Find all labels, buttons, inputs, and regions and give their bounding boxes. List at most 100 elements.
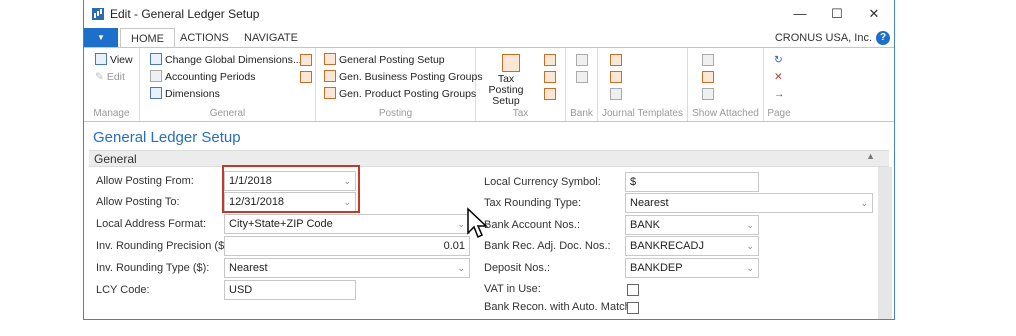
view-icon: [95, 53, 107, 65]
chevron-down-icon[interactable]: ⌄: [457, 259, 465, 277]
group-general: Change Global Dimensions... Accounting P…: [140, 48, 316, 121]
view-button[interactable]: View: [95, 52, 133, 68]
link-icon[interactable]: [702, 54, 714, 66]
group-label: Manage: [93, 108, 130, 119]
tab-actions[interactable]: ACTIONS: [170, 28, 239, 48]
group-label: Bank: [570, 108, 593, 119]
tax-rounding-type-field[interactable]: Nearest ⌄: [625, 193, 873, 213]
group-posting: General Posting Setup Gen. Business Post…: [316, 48, 483, 121]
group-manage: View ✎ Edit Manage: [84, 48, 140, 121]
inv-rounding-precision-label: Inv. Rounding Precision ($):: [96, 240, 231, 252]
bank-rec-adj-doc-nos-field[interactable]: BANKRECADJ ⌄: [625, 236, 759, 256]
group-label: Tax: [512, 108, 529, 119]
bank-account-nos-field[interactable]: BANK ⌄: [625, 215, 759, 235]
tax-icon[interactable]: [544, 88, 556, 100]
close-button[interactable]: ✕: [858, 4, 890, 24]
accounting-periods-button[interactable]: Accounting Periods: [150, 69, 255, 85]
window-title: Edit - General Ledger Setup: [110, 7, 260, 21]
bank-recon-auto-match-checkbox[interactable]: [627, 302, 639, 314]
chevron-down-icon[interactable]: ⌄: [457, 215, 465, 233]
clear-filter-icon[interactable]: ✕: [774, 69, 783, 85]
group-journal-templates: Journal Templates: [598, 48, 688, 121]
fasttab-general[interactable]: General ▲: [89, 150, 889, 167]
page-title: General Ledger Setup: [93, 129, 241, 146]
general-posting-setup-button[interactable]: General Posting Setup: [324, 52, 445, 68]
local-address-format-label: Local Address Format:: [96, 218, 207, 230]
group-label: Show Attached: [692, 108, 759, 119]
chevron-down-icon[interactable]: ⌄: [746, 216, 754, 234]
app-icon: [92, 8, 104, 20]
edit-button[interactable]: ✎ Edit: [95, 69, 125, 85]
title-bar: Edit - General Ledger Setup — ☐ ✕: [84, 0, 894, 28]
chevron-down-icon[interactable]: ⌄: [860, 194, 868, 212]
gen-business-posting-groups-button[interactable]: Gen. Business Posting Groups: [324, 69, 483, 85]
bank-icon[interactable]: [576, 71, 588, 83]
next-icon[interactable]: →: [774, 86, 785, 102]
pencil-icon: ✎: [95, 71, 104, 83]
tab-navigate[interactable]: NAVIGATE: [234, 28, 308, 48]
group-page: ↻ ✕ → Page: [764, 48, 794, 121]
tab-home[interactable]: HOME: [120, 28, 175, 48]
chevron-down-icon[interactable]: ⌄: [746, 237, 754, 255]
deposit-nos-field[interactable]: BANKDEP ⌄: [625, 258, 759, 278]
maximize-button[interactable]: ☐: [821, 4, 853, 24]
collapse-icon[interactable]: ▲: [866, 151, 875, 161]
group-label: Journal Templates: [602, 108, 683, 119]
calendar-icon: [150, 70, 162, 82]
minimize-button[interactable]: —: [784, 4, 816, 24]
bank-rec-adj-doc-nos-label: Bank Rec. Adj. Doc. Nos.:: [484, 240, 611, 252]
change-global-dimensions-button[interactable]: Change Global Dimensions...: [150, 52, 302, 68]
highlight-box: [222, 165, 360, 213]
local-address-format-field[interactable]: City+State+ZIP Code ⌄: [224, 214, 470, 234]
setup-icon[interactable]: [300, 71, 312, 83]
chevron-down-icon[interactable]: ⌄: [746, 259, 754, 277]
company-name: CRONUS USA, Inc.: [774, 32, 872, 44]
edit-window: Edit - General Ledger Setup — ☐ ✕ ▼ HOME…: [83, 0, 895, 320]
dimensions-button[interactable]: Dimensions: [150, 86, 220, 102]
allow-posting-from-label: Allow Posting From:: [96, 175, 194, 187]
inv-rounding-type-label: Inv. Rounding Type ($):: [96, 262, 210, 274]
journal-icon[interactable]: [610, 71, 622, 83]
inv-rounding-type-field[interactable]: Nearest ⌄: [224, 258, 470, 278]
gen-product-posting-groups-button[interactable]: Gen. Product Posting Groups: [324, 86, 476, 102]
bank-recon-auto-match-label: Bank Recon. with Auto. Match:: [484, 301, 634, 313]
app-menu-button[interactable]: ▼: [84, 28, 118, 48]
scrollbar[interactable]: [878, 167, 892, 319]
dimensions-icon: [150, 87, 162, 99]
refresh-icon[interactable]: ↻: [774, 52, 783, 68]
bank-icon[interactable]: [576, 54, 588, 66]
dimensions-change-icon: [150, 53, 162, 65]
posting-setup-icon: [324, 53, 336, 65]
ribbon: View ✎ Edit Manage Change Global Dimensio…: [84, 47, 894, 122]
tax-posting-setup-button[interactable]: Tax Posting Setup: [484, 74, 528, 107]
group-label: General: [209, 108, 246, 119]
vat-in-use-label: VAT in Use:: [484, 283, 541, 295]
ribbon-tabs: ▼ HOME ACTIONS NAVIGATE CRONUS USA, Inc.…: [84, 28, 894, 48]
inv-rounding-precision-field[interactable]: 0.01: [224, 236, 470, 256]
local-currency-symbol-label: Local Currency Symbol:: [484, 176, 601, 188]
bank-account-nos-label: Bank Account Nos.:: [484, 219, 580, 231]
fasttab-label: General: [94, 152, 137, 166]
notes-icon[interactable]: [702, 71, 714, 83]
mouse-cursor-icon: [467, 207, 488, 239]
tax-icon[interactable]: [544, 54, 556, 66]
lcy-code-label: LCY Code:: [96, 284, 150, 296]
tax-icon[interactable]: [544, 71, 556, 83]
local-currency-symbol-field[interactable]: $: [625, 172, 759, 192]
deposit-nos-label: Deposit Nos.:: [484, 262, 551, 274]
group-tax: Tax Posting Setup Tax: [476, 48, 566, 121]
tax-posting-setup-icon[interactable]: [502, 54, 520, 72]
lcy-code-field[interactable]: USD: [224, 280, 356, 300]
allow-posting-to-label: Allow Posting To:: [96, 196, 180, 208]
tax-rounding-type-label: Tax Rounding Type:: [484, 197, 582, 209]
group-show-attached: Show Attached: [688, 48, 764, 121]
group-label: Page: [767, 108, 791, 119]
attachment-icon[interactable]: [702, 88, 714, 100]
journal-icon[interactable]: [610, 54, 622, 66]
help-icon[interactable]: ?: [876, 31, 890, 45]
journal-icon[interactable]: [610, 88, 622, 100]
vat-in-use-checkbox[interactable]: [627, 284, 639, 296]
setup-icon[interactable]: [300, 54, 312, 66]
group-label: Posting: [378, 108, 413, 119]
posting-group-icon: [324, 70, 336, 82]
